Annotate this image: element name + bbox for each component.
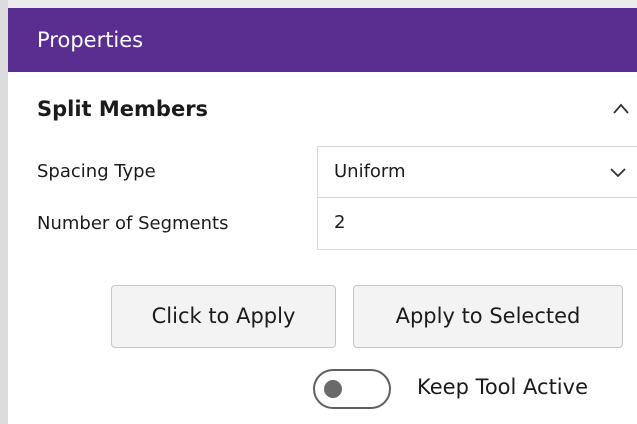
section-title: Split Members [37, 97, 209, 121]
spacing-type-label: Spacing Type [37, 161, 156, 182]
spacing-type-row: Spacing Type Uniform [37, 146, 637, 198]
panel-header: Properties [8, 8, 637, 72]
apply-to-selected-button[interactable]: Apply to Selected [353, 285, 623, 348]
segments-value: 2 [334, 212, 346, 233]
click-to-apply-button[interactable]: Click to Apply [111, 285, 336, 348]
properties-panel: Properties Split Members Spacing Type Un… [0, 0, 637, 424]
keep-tool-active-label: Keep Tool Active [417, 375, 588, 399]
panel-title: Properties [37, 28, 144, 52]
toggle-knob [324, 380, 342, 398]
segments-label: Number of Segments [37, 213, 229, 234]
spacing-type-dropdown[interactable]: Uniform [317, 146, 637, 198]
chevron-down-icon [610, 168, 626, 178]
keep-tool-active-toggle[interactable] [313, 369, 391, 409]
top-strip [8, 0, 637, 8]
chevron-up-icon[interactable] [611, 99, 631, 119]
property-grid: Spacing Type Uniform Number of Segments … [37, 146, 637, 250]
segments-row: Number of Segments 2 [37, 198, 637, 250]
spacing-type-value: Uniform [334, 161, 406, 182]
segments-input[interactable]: 2 [317, 198, 637, 250]
